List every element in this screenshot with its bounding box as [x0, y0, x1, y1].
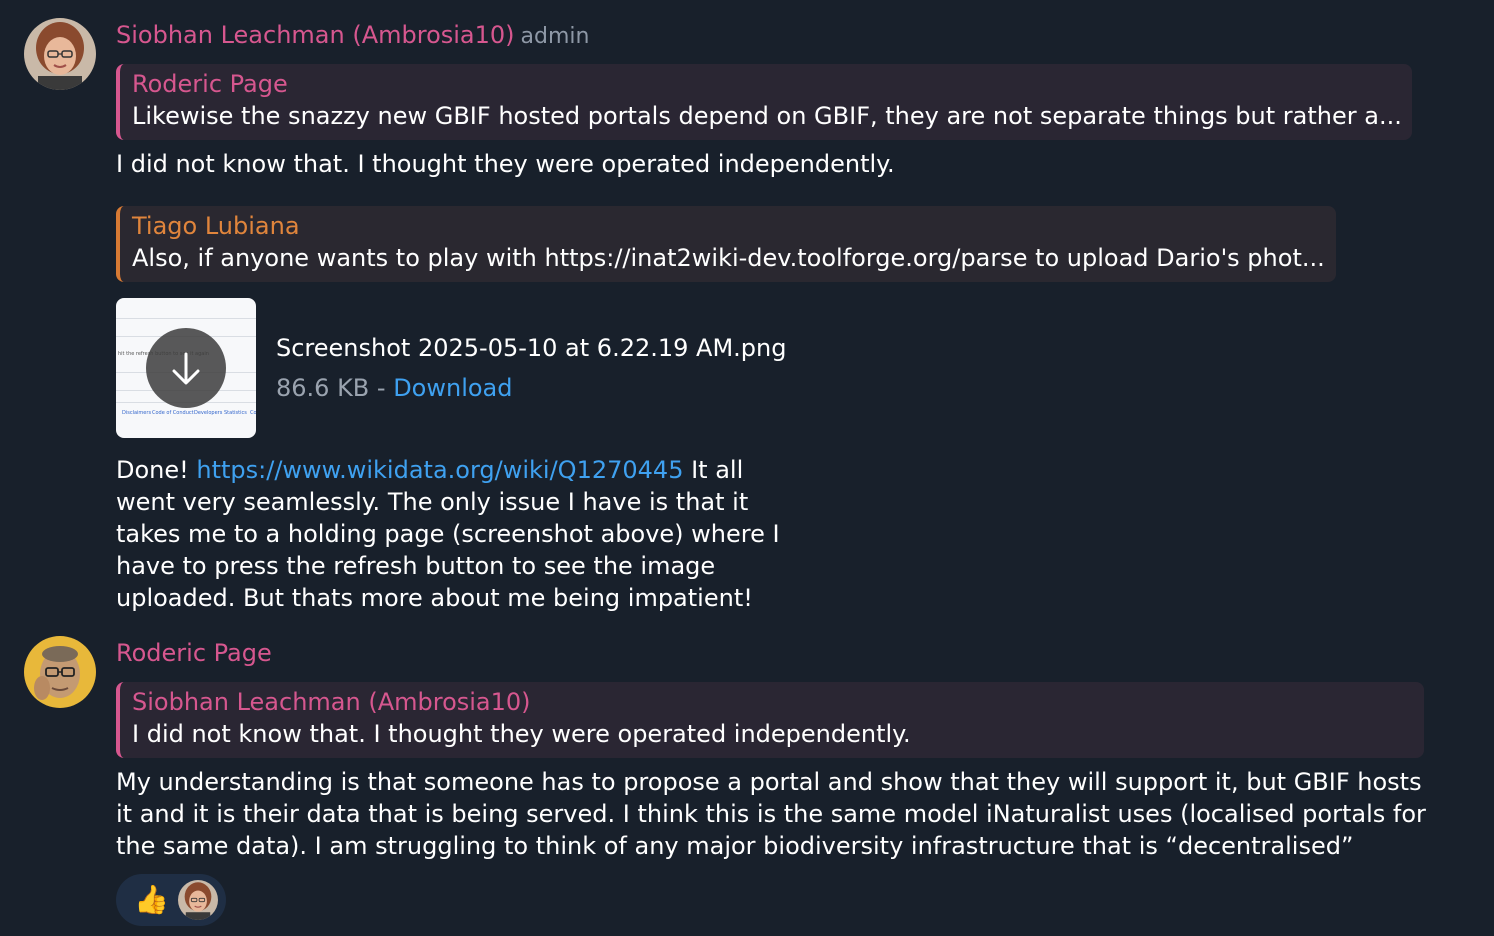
message-line: have to press the refresh button to see …: [116, 552, 716, 580]
reply-text: Also, if anyone wants to play with https…: [132, 244, 1325, 272]
message-line: uploaded. But thats more about me being …: [116, 584, 753, 612]
message-line: went very seamlessly. The only issue I h…: [116, 488, 749, 516]
thumbnail-footer-link: Code of Conduct: [152, 410, 194, 416]
siobhan-avatar-icon: [178, 880, 218, 920]
reply-author: Siobhan Leachman (Ambrosia10): [132, 688, 531, 716]
thumbs-up-icon: 👍: [134, 883, 169, 916]
download-overlay-button[interactable]: [146, 328, 226, 408]
message-line: it and it is their data that is being se…: [116, 800, 1426, 828]
thumbnail-footer-link: Co: [250, 410, 256, 416]
reply-quote[interactable]: Roderic Page Likewise the snazzy new GBI…: [116, 64, 1412, 140]
file-meta: 86.6 KB - Download: [276, 372, 513, 404]
message-text: I did not know that. I thought they were…: [116, 150, 895, 178]
message-text: Done! https://www.wikidata.org/wiki/Q127…: [116, 454, 796, 614]
avatar-roderic[interactable]: [24, 636, 96, 708]
reply-quote[interactable]: Siobhan Leachman (Ambrosia10) I did not …: [116, 682, 1424, 758]
file-size: 86.6 KB: [276, 374, 370, 402]
file-attachment: hit the refresh button to see it again D…: [116, 298, 836, 438]
roderic-avatar-icon: [24, 636, 96, 708]
wikidata-link[interactable]: https://www.wikidata.org/wiki/Q1270445: [196, 456, 683, 484]
author-header: Siobhan Leachman (Ambrosia10) admin: [116, 20, 589, 52]
reply-author: Roderic Page: [132, 70, 288, 98]
reply-text: Likewise the snazzy new GBIF hosted port…: [132, 102, 1402, 130]
siobhan-avatar-icon: [24, 18, 96, 90]
avatar-siobhan[interactable]: [24, 18, 96, 90]
thumbnail-footer-link: Statistics: [224, 410, 247, 416]
file-name: Screenshot 2025-05-10 at 6.22.19 AM.png: [276, 334, 787, 362]
download-link[interactable]: Download: [393, 374, 512, 402]
message-line: My understanding is that someone has to …: [116, 768, 1422, 796]
reply-author: Tiago Lubiana: [132, 212, 300, 240]
author-header: Roderic Page: [116, 638, 272, 668]
reaction-user-avatar: [178, 880, 218, 920]
reply-quote[interactable]: Tiago Lubiana Also, if anyone wants to p…: [116, 206, 1336, 282]
message-line: takes me to a holding page (screenshot a…: [116, 520, 780, 548]
thumbnail-footer-link: Developers: [194, 410, 223, 416]
reaction-chip[interactable]: 👍: [116, 874, 226, 926]
author-name[interactable]: Roderic Page: [116, 639, 272, 667]
message-line: It all: [683, 456, 744, 484]
chat-view: Siobhan Leachman (Ambrosia10) admin Roder…: [0, 0, 1494, 936]
file-thumbnail[interactable]: hit the refresh button to see it again D…: [116, 298, 256, 438]
reply-text: I did not know that. I thought they were…: [132, 720, 911, 748]
author-role-badge: admin: [520, 24, 590, 49]
file-meta-separator: -: [369, 374, 394, 402]
arrow-down-icon: [172, 352, 200, 385]
message-prefix: Done!: [116, 456, 197, 484]
message-text: My understanding is that someone has to …: [116, 766, 1456, 862]
message-line: the same data). I am struggling to think…: [116, 832, 1354, 860]
author-name[interactable]: Siobhan Leachman (Ambrosia10): [116, 21, 515, 49]
thumbnail-footer-link: Disclaimers: [122, 410, 152, 416]
